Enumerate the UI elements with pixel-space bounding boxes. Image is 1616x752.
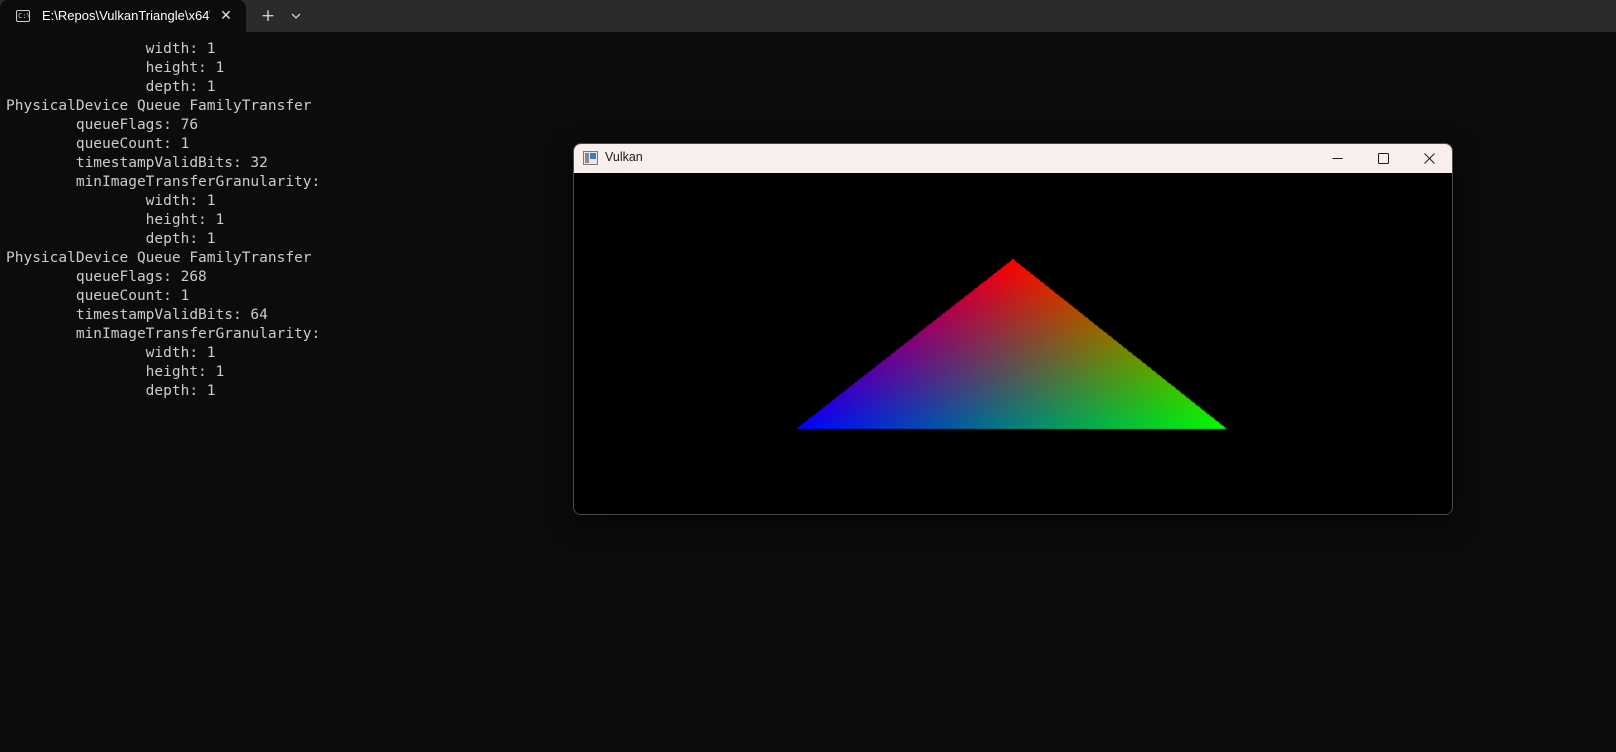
console-line: queueFlags: 76 xyxy=(6,117,199,133)
console-line: timestampValidBits: 64 xyxy=(6,307,268,323)
console-line: height: 1 xyxy=(6,364,225,380)
tab-dropdown-button[interactable] xyxy=(288,6,304,26)
tab-terminal[interactable]: C:\ E:\Repos\VulkanTriangle\x64\ ✕ xyxy=(0,0,246,32)
console-line: PhysicalDevice Queue FamilyTransfer xyxy=(6,98,312,114)
vulkan-window: Vulkan xyxy=(573,143,1453,515)
vulkan-render-surface[interactable] xyxy=(574,173,1452,514)
console-line: height: 1 xyxy=(6,212,225,228)
console-line: width: 1 xyxy=(6,41,216,57)
console-line: minImageTransferGranularity: xyxy=(6,174,321,190)
minimize-icon xyxy=(1332,158,1343,159)
console-line: timestampValidBits: 32 xyxy=(6,155,268,171)
console-line: PhysicalDevice Queue FamilyTransfer xyxy=(6,250,312,266)
close-icon xyxy=(1424,153,1435,164)
console-line: minImageTransferGranularity: xyxy=(6,326,321,342)
console-line: depth: 1 xyxy=(6,231,216,247)
vulkan-window-title: Vulkan xyxy=(605,150,643,164)
console-line: height: 1 xyxy=(6,60,225,76)
console-line: queueFlags: 268 xyxy=(6,269,207,285)
console-line: queueCount: 1 xyxy=(6,136,190,152)
console-line: queueCount: 1 xyxy=(6,288,190,304)
app-window-icon xyxy=(583,151,598,165)
command-prompt-icon: C:\ xyxy=(16,10,30,22)
console-line: width: 1 xyxy=(6,345,216,361)
close-button[interactable] xyxy=(1406,144,1452,173)
maximize-icon xyxy=(1378,153,1389,164)
tab-title: E:\Repos\VulkanTriangle\x64\ xyxy=(42,8,210,23)
vulkan-title-bar[interactable]: Vulkan xyxy=(574,144,1452,173)
console-line: depth: 1 xyxy=(6,383,216,399)
maximize-button[interactable] xyxy=(1360,144,1406,173)
chevron-down-icon xyxy=(291,13,301,19)
close-tab-icon[interactable]: ✕ xyxy=(218,6,234,26)
console-line: width: 1 xyxy=(6,193,216,209)
rgb-triangle xyxy=(574,173,1452,514)
console-output[interactable]: width: 1 height: 1 depth: 1 PhysicalDevic… xyxy=(6,40,320,401)
minimize-button[interactable] xyxy=(1314,144,1360,173)
new-tab-button[interactable]: + xyxy=(258,5,278,27)
tab-bar: C:\ E:\Repos\VulkanTriangle\x64\ ✕ + xyxy=(0,0,1616,32)
console-line: depth: 1 xyxy=(6,79,216,95)
